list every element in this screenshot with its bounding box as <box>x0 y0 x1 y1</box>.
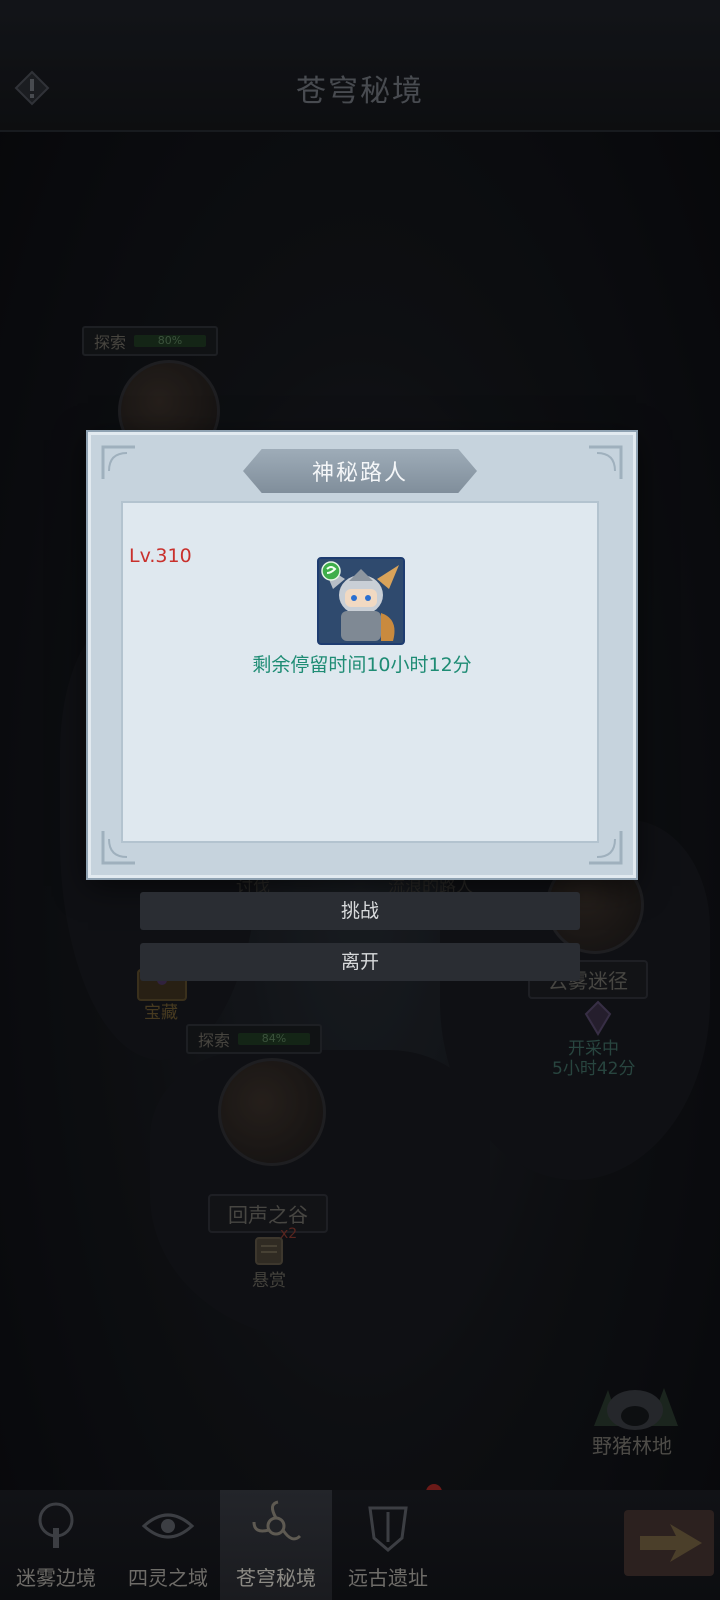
level-text: Lv.310 <box>129 545 192 567</box>
challenge-button[interactable]: 挑战 <box>140 892 580 930</box>
game-screen: 苍穹秘境 探索 80% 讨伐 流浪的路人 云雾迷径 开采中 5小时42分 宝藏 … <box>0 0 720 1600</box>
bottom-nav: 迷雾边境 四灵之域 苍穹秘境 远古遗址 <box>0 1490 720 1600</box>
crest-emblem-icon <box>368 1506 408 1552</box>
tab-label: 远古遗址 <box>348 1566 428 1590</box>
dialog-title: 神秘路人 <box>243 449 477 493</box>
leave-button[interactable]: 离开 <box>140 943 580 981</box>
tab-label: 四灵之域 <box>128 1566 208 1590</box>
tab-sky-secret[interactable]: 苍穹秘境 <box>220 1490 332 1600</box>
eye-emblem-icon <box>141 1513 195 1539</box>
tab-label: 迷雾边境 <box>16 1566 96 1590</box>
tree-emblem-icon <box>38 1502 74 1548</box>
hero-avatar[interactable] <box>317 557 405 645</box>
tab-mist-frontier[interactable]: 迷雾边境 <box>0 1490 112 1600</box>
corner-ornament-icon <box>589 445 623 479</box>
remaining-time-text: 剩余停留时间10小时12分 <box>252 654 472 676</box>
tab-four-spirits[interactable]: 四灵之域 <box>112 1490 224 1600</box>
tab-ancient-ruins[interactable]: 远古遗址 <box>332 1490 444 1600</box>
mysterious-traveler-dialog: 神秘路人 Lv.310 剩余停留时间10小时12分 <box>88 432 636 878</box>
element-badge-icon <box>321 561 341 581</box>
next-region-button[interactable] <box>624 1510 714 1576</box>
corner-ornament-icon <box>101 445 135 479</box>
tab-label: 苍穹秘境 <box>236 1566 316 1590</box>
arrow-right-icon <box>640 1524 702 1562</box>
triskelion-emblem-icon <box>252 1500 302 1541</box>
